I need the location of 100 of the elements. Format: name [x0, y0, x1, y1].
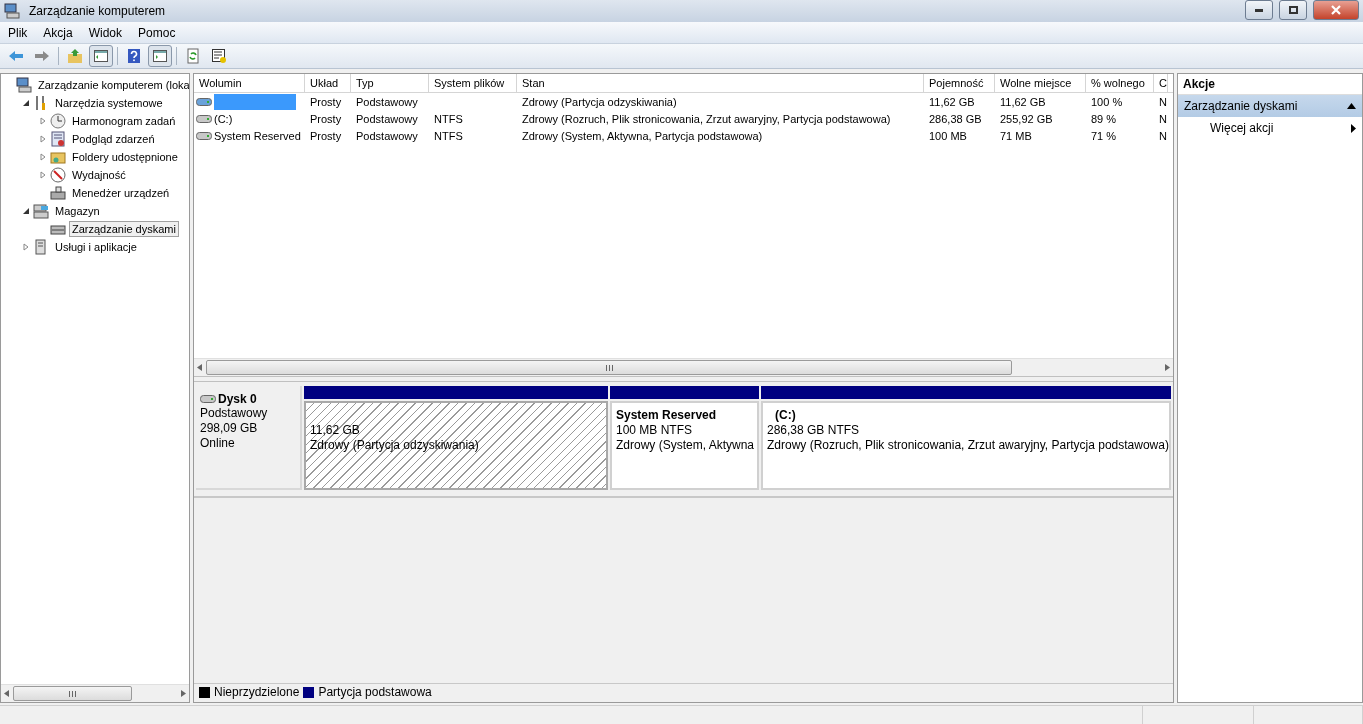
expand-triangle-icon[interactable] — [39, 135, 47, 143]
partition-block[interactable]: System Reserved 100 MB NTFS Zdrowy (System, Aktywna — [610, 401, 759, 490]
partition-block[interactable]: (C:) 286,38 GB NTFS Zdrowy (Rozruch, Plik stronicowania, Zrzut awaryjny, Partycja podstawowa) — [761, 401, 1171, 490]
table-cell-text: Podstawowy — [355, 128, 419, 144]
device-manager-icon — [50, 185, 66, 201]
event-log-icon — [50, 131, 66, 147]
menu-item[interactable]: Plik — [0, 25, 36, 40]
column-header[interactable]: C — [1154, 74, 1168, 92]
table-cell-text: 255,92 GB — [999, 111, 1054, 127]
menu-item[interactable]: Pomoc — [130, 25, 184, 40]
table-cell-text: NTFS — [433, 111, 464, 127]
partition-title: (C:) — [774, 408, 797, 423]
disk-size: 298,09 GB — [200, 421, 259, 436]
scroll-thumb[interactable] — [13, 686, 133, 701]
horizontal-scrollbar[interactable] — [1, 684, 189, 702]
tree-item[interactable]: Magazyn — [52, 203, 103, 219]
table-cell-text: 100 MB — [928, 128, 968, 144]
expand-triangle-icon[interactable] — [22, 243, 30, 251]
partition-size: 11,62 GB — [310, 423, 361, 438]
column-header[interactable]: Układ — [305, 74, 351, 92]
table-cell-text: NTFS — [433, 128, 464, 144]
table-cell-text: N — [1158, 128, 1168, 144]
help-icon — [126, 48, 142, 64]
table-cell-text: Prosty — [309, 128, 343, 144]
export-list-icon — [211, 48, 227, 64]
drive-icon — [200, 394, 216, 404]
action-pane-icon — [152, 48, 168, 64]
table-cell-text: Zdrowy (Partycja odzyskiwania) — [521, 94, 678, 110]
column-header[interactable]: Wolumin — [194, 74, 305, 92]
table-cell-text: Podstawowy — [355, 94, 419, 110]
scroll-right-icon[interactable] — [1165, 364, 1170, 371]
table-cell-text: 11,62 GB — [999, 94, 1047, 110]
column-header[interactable]: Typ — [351, 74, 429, 92]
collapse-triangle-icon[interactable] — [22, 207, 30, 215]
tree-item[interactable]: Foldery udostępnione — [69, 149, 181, 165]
scroll-thumb[interactable] — [206, 360, 1013, 375]
gauge-icon — [50, 167, 66, 183]
table-cell-text: 89 % — [1090, 111, 1118, 127]
column-header[interactable]: Wolne miejsce — [995, 74, 1086, 92]
toolbar-button[interactable] — [89, 45, 113, 67]
column-header[interactable]: % wolnego — [1086, 74, 1154, 92]
partition-status: Zdrowy (System, Aktywna — [616, 438, 753, 453]
back-arrow-icon — [8, 48, 24, 64]
table-cell-text: Prosty — [309, 111, 343, 127]
horizontal-scrollbar[interactable] — [194, 358, 1173, 376]
actions-section[interactable]: Zarządzanie dyskami — [1178, 95, 1362, 117]
tree-item[interactable]: Harmonogram zadań — [69, 113, 179, 129]
table-cell-text: N — [1158, 94, 1168, 110]
tree-item[interactable]: Zarządzanie dyskami — [69, 221, 179, 237]
tree-item[interactable]: Usługi i aplikacje — [52, 239, 140, 255]
legend-label: Nieprzydzielone — [214, 684, 300, 700]
expand-triangle-icon[interactable] — [39, 117, 47, 125]
table-cell-text: N — [1158, 111, 1168, 127]
scroll-right-icon[interactable] — [181, 690, 186, 697]
collapse-triangle-icon[interactable] — [22, 99, 30, 107]
menu-item[interactable]: Akcja — [35, 25, 81, 40]
table-cell-text: 71 MB — [999, 128, 1033, 144]
tree-item[interactable]: Menedżer urządzeń — [69, 185, 173, 201]
table-cell-text: 100 % — [1090, 94, 1124, 110]
computer-icon — [4, 3, 20, 19]
scroll-left-icon[interactable] — [197, 364, 202, 371]
tree-pane-icon — [93, 48, 109, 64]
computer-icon — [16, 77, 32, 93]
action-item[interactable]: Więcej akcji — [1178, 117, 1362, 139]
close-button[interactable] — [1313, 0, 1359, 20]
table-cell-text: 71 % — [1090, 128, 1118, 144]
disk-name: Dysk 0 — [200, 392, 296, 406]
window-title: Zarządzanie komputerem — [29, 4, 167, 18]
services-icon — [33, 239, 49, 255]
column-header[interactable]: System plików — [429, 74, 517, 92]
drive-icon — [196, 96, 212, 107]
partition-block[interactable]: 11,62 GB Zdrowy (Partycja odzyskiwania) — [304, 401, 608, 490]
volume-name: System Reserved — [214, 129, 301, 142]
expand-triangle-icon[interactable] — [39, 171, 47, 179]
minimize-button[interactable] — [1245, 0, 1273, 20]
expand-triangle-icon[interactable] — [39, 153, 47, 161]
table-cell-text: Prosty — [309, 94, 343, 110]
partition-title: System Reserved — [616, 408, 718, 423]
table-cell-text: 11,62 GB — [928, 94, 976, 110]
refresh-icon — [185, 48, 201, 64]
volume-name: (C:) — [214, 112, 233, 125]
tree-item[interactable]: Narzędzia systemowe — [52, 95, 166, 111]
tree-item[interactable]: Zarządzanie komputerem (loka — [35, 77, 189, 93]
disk-status: Online — [200, 436, 236, 451]
shared-folder-icon — [50, 149, 66, 165]
tree-item[interactable]: Podgląd zdarzeń — [69, 131, 158, 147]
maximize-button[interactable] — [1279, 0, 1307, 20]
column-header[interactable]: Stan — [517, 74, 924, 92]
table-cell-text: Podstawowy — [355, 111, 419, 127]
folder-up-icon — [67, 48, 83, 64]
column-header[interactable]: Pojemność — [924, 74, 995, 92]
close-icon — [1331, 5, 1341, 15]
maximize-icon — [1288, 6, 1298, 14]
minimize-icon — [1255, 8, 1263, 12]
toolbar-button[interactable] — [148, 45, 172, 67]
tree-item[interactable]: Wydajność — [69, 167, 129, 183]
forward-arrow-icon — [34, 48, 50, 64]
scroll-left-icon[interactable] — [4, 690, 9, 697]
menu-item[interactable]: Widok — [80, 25, 131, 40]
collapse-triangle-icon — [1347, 103, 1356, 109]
